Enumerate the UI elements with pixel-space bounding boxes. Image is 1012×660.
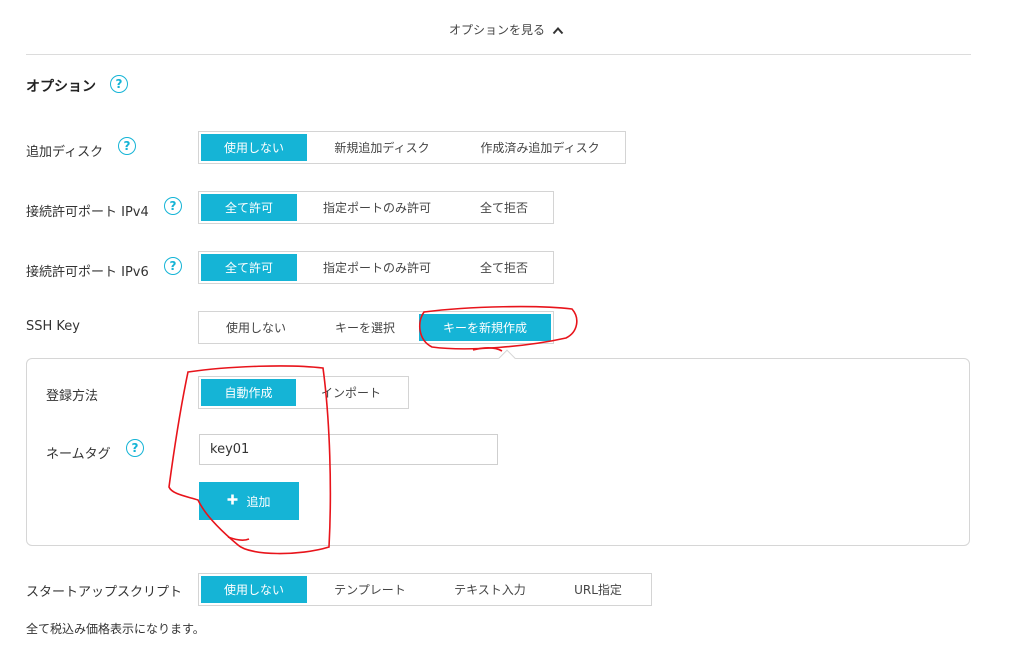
plus-icon [227, 494, 238, 508]
disk-option-existing[interactable]: 作成済み追加ディスク [457, 134, 623, 161]
startup-option-template[interactable]: テンプレート [307, 576, 433, 603]
add-button[interactable]: 追加 [199, 482, 299, 520]
ipv6-help-icon[interactable]: ? [164, 257, 182, 275]
name-tag-help-icon[interactable]: ? [126, 439, 144, 457]
startup-option-url[interactable]: URL指定 [547, 576, 649, 603]
annotation-circle-ssh-create-tail [472, 347, 503, 352]
options-toggle[interactable]: オプションを見る [449, 20, 564, 40]
ipv6-label: 接続許可ポート IPv6 [26, 265, 149, 280]
disk-option-none[interactable]: 使用しない [201, 134, 307, 161]
name-tag-input[interactable] [199, 434, 498, 465]
chevron-up-icon [552, 21, 564, 41]
ipv4-segmented-control: 全て許可 指定ポートのみ許可 全て拒否 [198, 191, 554, 224]
ipv4-option-deny-all[interactable]: 全て拒否 [457, 194, 551, 221]
ipv6-option-allow-all[interactable]: 全て許可 [201, 254, 297, 281]
disk-label: 追加ディスク [26, 145, 104, 160]
method-option-auto[interactable]: 自動作成 [201, 379, 296, 406]
ssh-option-select[interactable]: キーを選択 [311, 314, 419, 341]
register-method-label: 登録方法 [46, 389, 99, 404]
startup-option-text[interactable]: テキスト入力 [433, 576, 547, 603]
disk-segmented-control: 使用しない 新規追加ディスク 作成済み追加ディスク [198, 131, 626, 164]
ssh-option-none[interactable]: 使用しない [201, 314, 311, 341]
section-title: オプション [26, 79, 96, 95]
ipv4-option-specified[interactable]: 指定ポートのみ許可 [297, 194, 457, 221]
startup-option-none[interactable]: 使用しない [201, 576, 307, 603]
register-method-segmented-control: 自動作成 インポート [198, 376, 409, 409]
ipv6-option-deny-all[interactable]: 全て拒否 [457, 254, 551, 281]
ssh-key-segmented-control: 使用しない キーを選択 キーを新規作成 [198, 311, 554, 344]
ipv6-option-specified[interactable]: 指定ポートのみ許可 [297, 254, 457, 281]
method-option-import[interactable]: インポート [296, 379, 406, 406]
ssh-key-create-panel [26, 358, 970, 546]
divider [26, 54, 971, 55]
ssh-key-label: SSH Key [26, 319, 80, 334]
startup-script-label: スタートアップスクリプト [26, 585, 183, 600]
disk-help-icon[interactable]: ? [118, 137, 136, 155]
ipv6-segmented-control: 全て許可 指定ポートのみ許可 全て拒否 [198, 251, 554, 284]
ipv4-label: 接続許可ポート IPv4 [26, 205, 149, 220]
ipv4-help-icon[interactable]: ? [164, 197, 182, 215]
ssh-option-create-new[interactable]: キーを新規作成 [419, 314, 551, 341]
startup-script-segmented-control: 使用しない テンプレート テキスト入力 URL指定 [198, 573, 652, 606]
ipv4-option-allow-all[interactable]: 全て許可 [201, 194, 297, 221]
add-button-label: 追加 [246, 494, 271, 509]
tax-note: 全て税込み価格表示になります。 [26, 622, 205, 636]
help-icon[interactable]: ? [110, 75, 128, 93]
name-tag-label: ネームタグ [46, 447, 111, 462]
options-toggle-label: オプションを見る [449, 23, 546, 37]
disk-option-new[interactable]: 新規追加ディスク [307, 134, 457, 161]
